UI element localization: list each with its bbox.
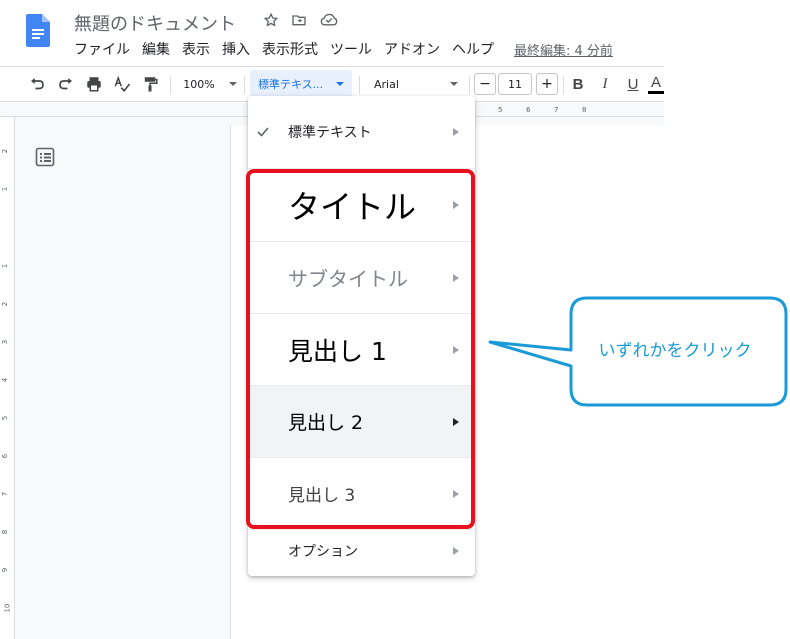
checkmark-icon [257, 127, 269, 137]
ruler-numbers: 4 5 6 7 8 [470, 103, 610, 117]
toolbar-divider [170, 76, 171, 94]
menu-item-options[interactable]: オプション [248, 534, 475, 568]
undo-icon[interactable] [26, 67, 48, 101]
chevron-down-icon [336, 82, 344, 86]
zoom-select[interactable]: 100% [178, 67, 242, 101]
menu-item-heading-2[interactable]: 見出し 2 [248, 386, 475, 457]
submenu-arrow-icon [453, 345, 459, 354]
menu-tools[interactable]: ツール [324, 39, 378, 59]
menu-bar: ファイル 編集 表示 挿入 表示形式 ツール アドオン ヘルプ 最終編集: 4 … [68, 38, 613, 60]
ruler-number: 1 [1, 263, 10, 269]
menu-insert[interactable]: 挿入 [216, 39, 256, 59]
ruler-number: 5 [498, 106, 503, 114]
ruler-number: 9 [1, 567, 10, 573]
ruler-number: 6 [526, 106, 531, 114]
submenu-arrow-icon [453, 547, 459, 555]
ruler-number: 7 [554, 106, 559, 114]
decrease-font-size-button[interactable]: − [474, 73, 496, 95]
submenu-arrow-icon [453, 201, 459, 209]
menu-item-subtitle[interactable]: サブタイトル [248, 242, 475, 313]
redo-icon[interactable] [55, 67, 77, 101]
document-outline-icon[interactable] [35, 147, 55, 167]
menu-divider [248, 529, 475, 530]
menu-item-label: 見出し 1 [288, 336, 387, 366]
submenu-arrow-icon [453, 417, 459, 426]
menu-item-label: サブタイトル [288, 267, 408, 291]
submenu-arrow-icon [453, 489, 459, 498]
cloud-saved-icon[interactable] [320, 11, 338, 29]
font-value: Arial [374, 77, 399, 91]
ruler-number: 3 [1, 339, 10, 345]
paragraph-style-menu: 標準テキスト タイトル サブタイトル 見出し 1 見出し 2 見出し 3 オプシ… [248, 96, 475, 576]
toolbar-divider [469, 76, 470, 94]
increase-font-size-button[interactable]: + [536, 73, 558, 95]
menu-item-label: 見出し 2 [288, 412, 364, 434]
move-to-folder-icon[interactable] [290, 11, 308, 29]
last-edit-link[interactable]: 最終編集: 4 分前 [514, 40, 613, 59]
font-size-input[interactable]: 11 [498, 73, 532, 95]
ruler-number: 4 [1, 377, 10, 383]
submenu-arrow-icon [453, 273, 459, 282]
menu-item-heading-1[interactable]: 見出し 1 [248, 314, 475, 385]
ruler-number: 6 [1, 453, 10, 459]
menu-help[interactable]: ヘルプ [446, 39, 500, 59]
chevron-down-icon [450, 82, 458, 86]
menu-edit[interactable]: 編集 [136, 39, 176, 59]
print-icon[interactable] [83, 67, 105, 101]
paint-format-icon[interactable] [139, 67, 161, 101]
bold-button[interactable]: B [568, 67, 588, 101]
menu-item-title[interactable]: タイトル [248, 169, 475, 241]
spellcheck-icon[interactable] [111, 67, 133, 101]
zoom-value: 100% [183, 77, 215, 91]
menu-addons[interactable]: アドオン [378, 39, 446, 59]
toolbar-divider [563, 76, 564, 94]
text-color-swatch [648, 90, 664, 94]
menu-file[interactable]: ファイル [68, 39, 136, 59]
ruler-number: 1 [1, 186, 10, 192]
outline-panel [15, 117, 230, 639]
callout-text: いずれかをクリック [598, 341, 752, 360]
chevron-down-icon [228, 82, 237, 86]
paragraph-style-select[interactable]: 標準テキス... [250, 70, 352, 98]
ruler-number: 8 [582, 106, 587, 114]
menu-item-label: 標準テキスト [288, 125, 372, 141]
menu-item-normal-text[interactable]: 標準テキスト [248, 114, 475, 150]
menu-item-label: タイトル [288, 188, 417, 226]
menu-view[interactable]: 表示 [176, 39, 216, 59]
menu-format[interactable]: 表示形式 [256, 39, 324, 59]
ruler-number: 5 [1, 415, 10, 421]
menu-item-heading-3[interactable]: 見出し 3 [248, 458, 475, 529]
ruler-number: 2 [1, 301, 10, 307]
ruler-number: 7 [1, 491, 10, 497]
google-docs-window: 無題のドキュメント ファイル 編集 表示 挿入 表示形式 ツール アドオン ヘル… [0, 0, 790, 639]
submenu-arrow-icon [453, 128, 459, 136]
italic-button[interactable]: I [595, 67, 615, 101]
vertical-ruler[interactable]: 2 1 1 2 3 4 5 6 7 8 9 10 [0, 117, 15, 639]
text-color-button[interactable]: A [648, 67, 664, 101]
paragraph-style-value: 標準テキス... [258, 78, 324, 91]
menu-item-label: オプション [288, 544, 358, 560]
document-title[interactable]: 無題のドキュメント [74, 10, 236, 36]
ruler-number: 10 [3, 603, 12, 613]
toolbar-divider [359, 76, 360, 94]
docs-logo-icon[interactable] [26, 14, 50, 47]
ruler-number: 8 [1, 529, 10, 535]
underline-button[interactable]: U [623, 67, 643, 101]
ruler-number: 2 [1, 148, 10, 154]
menu-item-label: 見出し 3 [288, 486, 356, 506]
toolbar-divider [244, 76, 245, 94]
star-icon[interactable] [262, 11, 280, 29]
text-color-label: A [650, 73, 661, 91]
